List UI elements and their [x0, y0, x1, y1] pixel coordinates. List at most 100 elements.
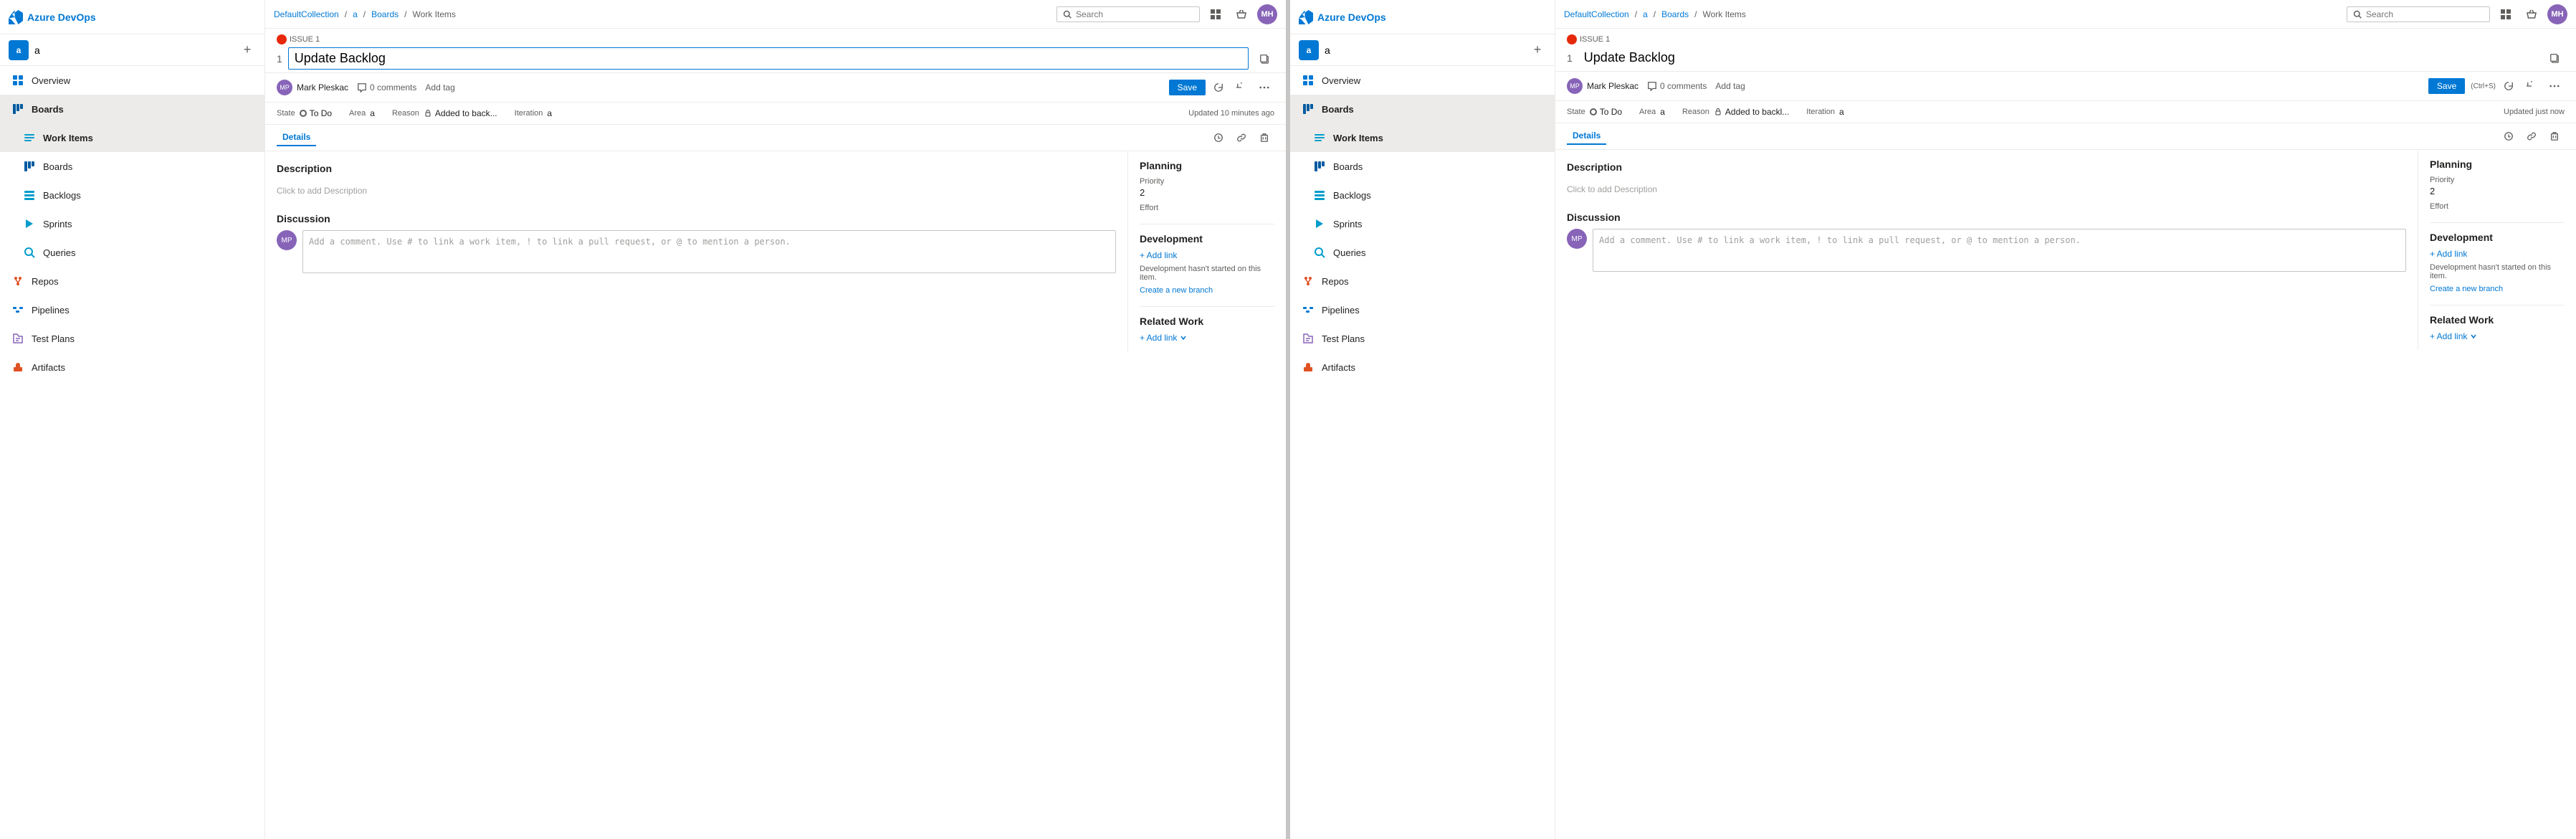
right-related-add-link-button[interactable]: + Add link: [2430, 331, 2477, 341]
left-link-button[interactable]: [1231, 128, 1251, 148]
right-copy-button[interactable]: [2544, 48, 2565, 68]
right-basket-button[interactable]: [2522, 4, 2542, 24]
sidebar-item-pipelines[interactable]: Pipelines: [0, 295, 264, 324]
right-grid-icon: [2500, 9, 2511, 20]
left-copy-button[interactable]: [1254, 49, 1274, 69]
left-comments-button[interactable]: 0 comments: [357, 82, 416, 93]
right-grid-view-button[interactable]: [2496, 4, 2516, 24]
sidebar-item-work-items[interactable]: Work Items: [0, 123, 264, 152]
right-sidebar-item-test-plans[interactable]: Test Plans: [1290, 324, 1555, 353]
right-iteration-field[interactable]: Iteration a: [1806, 107, 1843, 117]
left-more-button[interactable]: [1254, 77, 1274, 98]
right-sidebar-item-queries[interactable]: Queries: [1290, 238, 1555, 267]
right-link-button[interactable]: [2522, 126, 2542, 146]
right-body-sidebar: Planning Priority 2 Effort Development +…: [2418, 150, 2576, 350]
right-delete-button[interactable]: [2544, 126, 2565, 146]
left-add-tag-button[interactable]: Add tag: [425, 82, 454, 93]
left-comment-input[interactable]: Add a comment. Use # to link a work item…: [302, 230, 1116, 273]
right-desc-placeholder[interactable]: Click to add Description: [1567, 179, 2406, 200]
left-create-branch-link[interactable]: Create a new branch: [1140, 286, 1213, 295]
right-history-button[interactable]: [2499, 126, 2519, 146]
azure-devops-logo[interactable]: Azure DevOps: [9, 10, 96, 24]
right-search-input[interactable]: [2366, 9, 2484, 19]
search-input[interactable]: [1076, 9, 1193, 19]
right-boards-icon: [1313, 160, 1326, 173]
sidebar-item-queries[interactable]: Queries: [0, 238, 264, 267]
right-breadcrumb-boards[interactable]: Boards: [1661, 9, 1689, 19]
sidebar-item-repos[interactable]: Repos: [0, 267, 264, 295]
right-breadcrumb-collection[interactable]: DefaultCollection: [1564, 9, 1629, 19]
grid-view-button[interactable]: [1206, 4, 1226, 24]
breadcrumb-project[interactable]: a: [353, 9, 358, 19]
user-avatar-left[interactable]: MH: [1257, 4, 1277, 24]
right-sidebar-item-repos[interactable]: Repos: [1290, 267, 1555, 295]
right-azure-devops-logo[interactable]: Azure DevOps: [1299, 10, 1386, 24]
left-undo-button[interactable]: [1231, 77, 1251, 98]
right-sidebar-item-backlogs[interactable]: Backlogs: [1290, 181, 1555, 209]
left-reason-field[interactable]: Reason Added to back...: [392, 108, 497, 118]
right-add-link-button[interactable]: + Add link: [2430, 249, 2467, 259]
sidebar-item-backlogs[interactable]: Backlogs: [0, 181, 264, 209]
right-reason-field[interactable]: Reason Added to backl...: [1682, 107, 1789, 117]
right-sidebar-item-overview[interactable]: Overview: [1290, 66, 1555, 95]
right-save-button[interactable]: Save: [2428, 78, 2465, 94]
left-state-field[interactable]: State To Do: [277, 108, 332, 118]
right-assigned-user[interactable]: MP Mark Pleskac: [1567, 78, 1638, 94]
right-comments-button[interactable]: 0 comments: [1647, 81, 1707, 91]
breadcrumb-boards[interactable]: Boards: [371, 9, 399, 19]
right-undo-button[interactable]: [2522, 76, 2542, 96]
sidebar-item-artifacts[interactable]: Artifacts: [0, 353, 264, 381]
sidebar-item-sprints[interactable]: Sprints: [0, 209, 264, 238]
right-details-tab[interactable]: Details: [1567, 128, 1606, 145]
right-sidebar-item-sprints[interactable]: Sprints: [1290, 209, 1555, 238]
left-area-field[interactable]: Area a: [349, 108, 375, 118]
right-add-project-button[interactable]: +: [1529, 42, 1546, 59]
right-comment-avatar: MP: [1567, 229, 1587, 249]
left-priority-value[interactable]: 2: [1140, 187, 1274, 198]
left-iteration-field[interactable]: Iteration a: [515, 108, 552, 118]
left-title-input[interactable]: [288, 47, 1249, 70]
left-assigned-user[interactable]: MP Mark Pleskac: [277, 80, 348, 95]
right-user-avatar[interactable]: MH: [2547, 4, 2567, 24]
left-history-button[interactable]: [1208, 128, 1229, 148]
basket-button[interactable]: [1231, 4, 1251, 24]
right-sidebar-item-boards-group[interactable]: Boards: [1290, 95, 1555, 123]
sidebar-item-overview[interactable]: Overview: [0, 66, 264, 95]
more-icon-left: [1259, 82, 1269, 93]
sidebar-overview-label: Overview: [32, 75, 70, 86]
right-area-field[interactable]: Area a: [1639, 107, 1665, 117]
right-priority-field: Priority 2: [2430, 176, 2565, 196]
left-add-link-button[interactable]: + Add link: [1140, 250, 1177, 260]
right-sidebar-item-work-items[interactable]: Work Items: [1290, 123, 1555, 152]
left-discussion-section: Discussion MP Add a comment. Use # to li…: [277, 213, 1116, 273]
left-delete-button[interactable]: [1254, 128, 1274, 148]
right-sidebar-header: Azure DevOps: [1290, 0, 1555, 34]
right-comment-input[interactable]: [1593, 229, 2406, 272]
right-state-field[interactable]: State To Do: [1567, 107, 1622, 117]
left-related-add-link-button[interactable]: + Add link: [1140, 333, 1187, 343]
right-breadcrumb-project[interactable]: a: [1643, 9, 1648, 19]
right-title-display: Update Backlog: [1578, 47, 2539, 68]
right-related-section: Related Work + Add link: [2430, 314, 2565, 341]
search-box[interactable]: [1056, 6, 1200, 22]
sidebar-item-boards[interactable]: Boards: [0, 152, 264, 181]
add-project-button[interactable]: +: [239, 42, 256, 59]
sidebar-item-test-plans[interactable]: Test Plans: [0, 324, 264, 353]
right-boards-group-icon: [1302, 103, 1315, 115]
right-priority-value[interactable]: 2: [2430, 186, 2565, 196]
left-refresh-button[interactable]: [1208, 77, 1229, 98]
left-desc-placeholder[interactable]: Click to add Description: [277, 180, 1116, 202]
right-refresh-button[interactable]: [2499, 76, 2519, 96]
right-add-tag-button[interactable]: Add tag: [1715, 81, 1745, 91]
left-details-tab[interactable]: Details: [277, 129, 316, 146]
breadcrumb-collection[interactable]: DefaultCollection: [274, 9, 339, 19]
right-sidebar-item-boards[interactable]: Boards: [1290, 152, 1555, 181]
right-more-button[interactable]: [2544, 76, 2565, 96]
right-search-box[interactable]: [2347, 6, 2490, 22]
left-wi-header: ISSUE 1 1: [265, 29, 1286, 73]
right-create-branch-link[interactable]: Create a new branch: [2430, 285, 2503, 293]
sidebar-item-boards-group[interactable]: Boards: [0, 95, 264, 123]
right-sidebar-item-pipelines[interactable]: Pipelines: [1290, 295, 1555, 324]
right-sidebar-item-artifacts[interactable]: Artifacts: [1290, 353, 1555, 381]
left-save-button[interactable]: Save: [1169, 80, 1206, 95]
